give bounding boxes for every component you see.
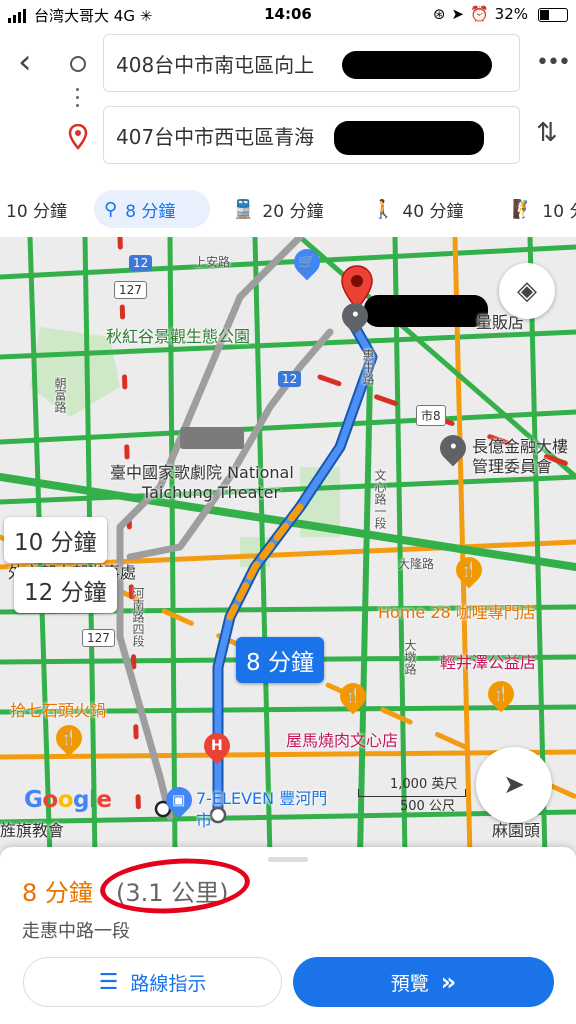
steps-button[interactable]: ☰ 路線指示 — [23, 957, 282, 1007]
tab-transit[interactable]: 🚆 20 分鐘 — [222, 190, 333, 228]
tab-transit-label: 20 分鐘 — [262, 201, 324, 222]
tab-hiking-label: 10 分 — [542, 201, 576, 222]
navigation-arrow-icon: ➤ — [503, 770, 525, 800]
road-henan-label: 河南路四段 — [131, 587, 145, 647]
theater-label: 臺中國家歌劇院 National — [110, 463, 294, 482]
origin-icon — [70, 56, 86, 72]
walk-icon: 🚶 — [372, 198, 395, 220]
theater-landmark-icon — [180, 427, 244, 449]
red-annotation-circle — [98, 853, 252, 919]
tab-hiking[interactable]: 🧗 10 分 — [502, 190, 576, 228]
battery-icon — [538, 8, 568, 22]
destination-field[interactable]: 407台中市西屯區青海 — [103, 106, 520, 164]
status-bar: 台湾大哥大 4G ✳ 14:06 ⊛ ➤ ⏰ 32% — [0, 0, 576, 30]
redaction — [342, 51, 492, 79]
route-dots-icon — [76, 88, 80, 112]
scale-metric: 500 公尺 — [400, 799, 455, 814]
theater-label-en: Taichung Theater — [142, 483, 281, 502]
location-arrow-icon: ➤ — [451, 5, 464, 23]
preview-button[interactable]: 預覽 » — [293, 957, 554, 1007]
route-127-shield: 127 — [114, 281, 147, 299]
home28-label: Home 28 咖哩專門店 — [378, 603, 536, 622]
route-127-shield: 127 — [82, 629, 115, 647]
google-logo: Google — [24, 787, 112, 813]
route-12-shield: 12 — [278, 371, 302, 387]
layers-icon: ◈ — [517, 276, 537, 306]
finance-label-2: 管理委員會 — [472, 457, 553, 476]
alt-route-10-bubble[interactable]: 10 分鐘 — [4, 517, 107, 563]
eta-text: 8 分鐘 — [22, 879, 93, 907]
road-shang-label: 上安路 — [194, 255, 231, 269]
seven-label-2: 市 — [196, 811, 213, 830]
layers-button[interactable]: ◈ — [499, 263, 555, 319]
more-vert-icon[interactable]: ••• — [536, 50, 571, 75]
swap-icon[interactable]: ⇅ — [536, 118, 558, 148]
road-chaofu-label: 朝富路 — [53, 377, 67, 413]
tab-driving-label: 10 分鐘 — [6, 201, 68, 222]
tab-walking[interactable]: 🚶 40 分鐘 — [362, 190, 473, 228]
steps-label: 路線指示 — [130, 972, 207, 995]
preview-label: 預覽 — [390, 972, 429, 995]
tab-walking-label: 40 分鐘 — [402, 201, 464, 222]
rotation-lock-icon: ⊛ — [432, 5, 446, 23]
tab-driving[interactable]: 10 分鐘 — [0, 190, 77, 228]
road-dadun2-label: 大墩路 — [403, 639, 417, 675]
recenter-button[interactable]: ➤ — [476, 747, 552, 823]
karuizawa-label: 輕井澤公益店 — [440, 653, 537, 672]
destination-text: 407台中市西屯區青海 — [116, 125, 315, 149]
main-route-bubble[interactable]: 8 分鐘 — [236, 637, 324, 683]
tab-motorcycle[interactable]: ⚲ 8 分鐘 — [94, 190, 210, 228]
map-view[interactable]: 秋紅谷景觀生態公園 臺中國家歌劇院 National Taichung Thea… — [0, 237, 576, 857]
route-summary-sheet[interactable]: 8 分鐘 (3.1 公里) 走惠中路一段 ☰ 路線指示 預覽 » — [0, 847, 576, 1024]
alt-route-12-bubble[interactable]: 12 分鐘 — [14, 567, 117, 613]
redaction — [364, 295, 488, 327]
redaction — [334, 121, 484, 155]
road-huizhong-label: 惠中路 — [361, 349, 375, 385]
road-wenxin-label: 文心路一段 — [373, 469, 387, 529]
tab-motorcycle-label: 8 分鐘 — [125, 201, 176, 222]
motorcycle-icon: ⚲ — [104, 198, 118, 220]
maps-directions-screen: 台湾大哥大 4G ✳ 14:06 ⊛ ➤ ⏰ 32% ‹ 408台中市南屯區向上… — [0, 0, 576, 1024]
travel-mode-tabs: 10 分鐘 ⚲ 8 分鐘 🚆 20 分鐘 🚶 40 分鐘 🧗 10 分 — [0, 186, 576, 234]
yakiniku-label: 屋馬燒肉文心店 — [286, 731, 399, 750]
status-icons: ⊛ ➤ ⏰ 32% — [433, 5, 528, 23]
drag-handle[interactable] — [268, 857, 308, 862]
temple-label: 旌旗教會 — [0, 821, 65, 840]
park-label: 秋紅谷景觀生態公園 — [106, 327, 251, 346]
via-text: 走惠中路一段 — [22, 921, 130, 942]
origin-field[interactable]: 408台中市南屯區向上 — [103, 34, 520, 92]
city-8-shield: 市8 — [416, 405, 446, 426]
hotpot-label: 拾七石頭火鍋 — [10, 701, 107, 720]
route-12-shield: 12 — [129, 255, 153, 271]
double-chevron-icon: » — [440, 968, 457, 996]
back-button[interactable]: ‹ — [18, 44, 46, 80]
hike-icon: 🧗 — [512, 198, 535, 220]
origin-text: 408台中市南屯區向上 — [116, 53, 315, 77]
battery-percent: 32% — [494, 5, 528, 23]
transit-icon: 🚆 — [232, 198, 255, 220]
destination-pin-icon — [68, 123, 88, 154]
alarm-icon: ⏰ — [469, 5, 489, 23]
list-icon: ☰ — [98, 969, 119, 995]
road-dadun-label: 大隆路 — [398, 557, 435, 571]
seven-label: 7-ELEVEN 豐河門 — [196, 789, 328, 808]
